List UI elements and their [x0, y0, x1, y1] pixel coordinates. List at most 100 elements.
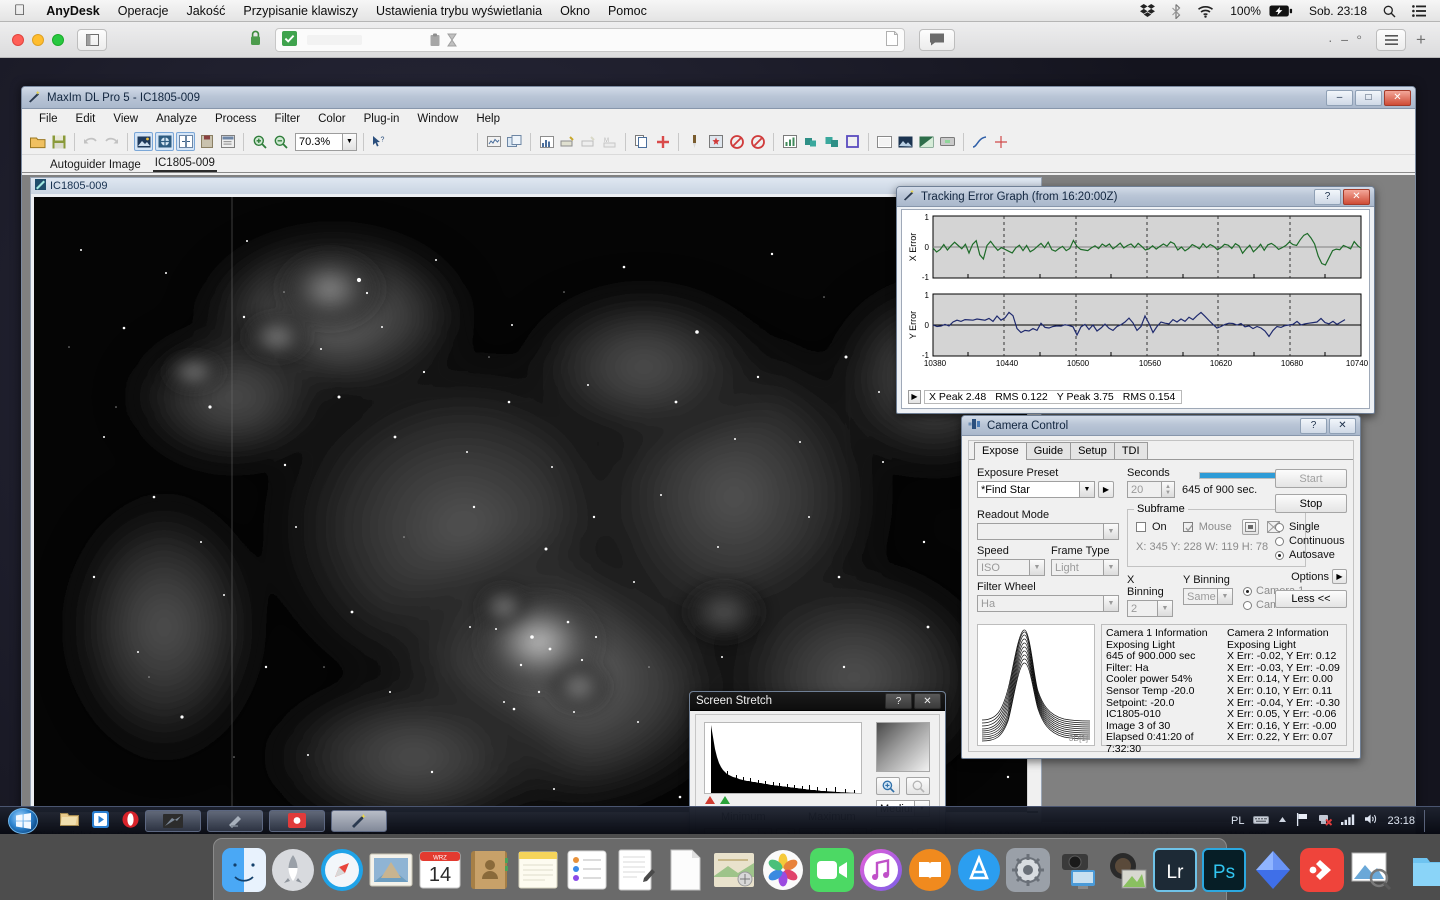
save-icon[interactable] [49, 132, 68, 151]
tracking-title-bar[interactable]: Tracking Error Graph (from 16:20:00Z) ? … [897, 187, 1374, 207]
tray-clock[interactable]: 23:18 [1387, 815, 1415, 827]
tab-autoguider-image[interactable]: Autoguider Image [48, 159, 143, 172]
zoom-out-icon[interactable] [906, 777, 930, 795]
menu-help[interactable]: Help [467, 111, 509, 127]
copy-icon[interactable] [632, 132, 651, 151]
menu-window[interactable]: Window [408, 111, 467, 127]
speed-combo[interactable]: ISO ▼ [977, 559, 1045, 576]
close-button[interactable]: ✕ [1343, 188, 1370, 205]
dropbox-icon[interactable] [1132, 0, 1163, 22]
chevron-down-icon[interactable]: ▼ [1157, 601, 1172, 616]
help-button[interactable]: ? [1314, 188, 1341, 205]
menu-file[interactable]: File [30, 111, 67, 127]
menu-anydesk[interactable]: AnyDesk [37, 0, 109, 22]
single-radio[interactable] [1275, 522, 1284, 532]
zoom-window-button[interactable] [52, 33, 64, 46]
menu-filter[interactable]: Filter [266, 111, 310, 127]
photos-icon[interactable] [761, 848, 805, 892]
frame-type-combo[interactable]: Light ▼ [1051, 559, 1119, 576]
help-pointer-icon[interactable]: ? [370, 132, 389, 151]
camera-title-bar[interactable]: Camera Control ? ✕ [962, 416, 1360, 436]
anydesk-address-bar[interactable] [275, 27, 905, 52]
show-hidden-icons-icon[interactable] [1278, 815, 1287, 827]
notification-center-icon[interactable] [1404, 0, 1434, 22]
tab-ic1805-009[interactable]: IC1805-009 [152, 157, 217, 172]
menu-process[interactable]: Process [206, 111, 266, 127]
notes-icon[interactable] [516, 848, 560, 892]
signal-strength-icon[interactable] [1341, 813, 1355, 828]
help-button[interactable]: ? [1300, 417, 1327, 434]
eos-utility-icon[interactable] [1055, 848, 1099, 892]
hamburger-menu-icon[interactable] [1376, 28, 1406, 51]
camera-histogram-panel[interactable]: 3D[1] [977, 624, 1095, 746]
menu-color[interactable]: Color [309, 111, 354, 127]
subframe-on-checkbox[interactable] [1136, 522, 1146, 532]
plus-icon[interactable] [653, 132, 672, 151]
crosshair-icon[interactable] [991, 132, 1010, 151]
pages-icon[interactable] [614, 848, 658, 892]
media-player-icon[interactable] [92, 810, 109, 831]
menu-jakosc[interactable]: Jakość [177, 0, 234, 22]
digital-photo-professional-icon[interactable] [1104, 848, 1148, 892]
document-icon[interactable] [886, 30, 898, 49]
lightroom-icon[interactable]: Lr [1153, 847, 1197, 892]
help-button[interactable]: ? [885, 693, 912, 709]
picture-icon[interactable] [896, 132, 915, 151]
stretch-histogram[interactable] [704, 722, 862, 794]
stretch-title-bar[interactable]: Screen Stretch ? ✕ [690, 692, 945, 711]
options-label[interactable]: Options [1291, 571, 1329, 583]
zoom-level-value[interactable]: 70.3% [295, 132, 343, 151]
menu-edit[interactable]: Edit [67, 111, 105, 127]
start-button[interactable]: Start [1275, 469, 1347, 488]
maximize-button[interactable]: □ [1355, 89, 1382, 106]
taskbar-button-telescope[interactable] [207, 809, 263, 832]
photoshop-icon[interactable]: Ps [1202, 847, 1246, 892]
filter-wheel-combo[interactable]: Ha ▼ [977, 595, 1119, 612]
close-button[interactable]: ✕ [914, 693, 941, 709]
calibrate-icon[interactable] [558, 132, 577, 151]
y-binning-combo[interactable]: Same ▼ [1183, 588, 1233, 605]
facetime-icon[interactable] [810, 847, 854, 892]
ibooks-icon[interactable] [908, 848, 952, 892]
menu-operacje[interactable]: Operacje [109, 0, 178, 22]
options-arrow-button[interactable]: ▶ [1332, 569, 1347, 584]
windows-start-icon[interactable] [8, 807, 38, 834]
camera2-radio[interactable] [1243, 600, 1252, 610]
floppy-icon[interactable] [197, 132, 216, 151]
opera-icon[interactable] [122, 810, 139, 831]
settings-window-icon[interactable] [218, 132, 237, 151]
square-icon[interactable] [843, 132, 862, 151]
preview-icon[interactable] [1349, 848, 1393, 892]
no-entry-alt-icon[interactable] [748, 132, 767, 151]
taskbar-button-maxim-dl[interactable] [331, 809, 387, 832]
show-desktop-button[interactable] [1424, 809, 1430, 832]
safari-icon[interactable] [320, 848, 364, 892]
close-window-button[interactable] [12, 33, 24, 46]
chart-icon[interactable] [780, 132, 799, 151]
open-folder-icon[interactable] [28, 132, 47, 151]
network-error-icon[interactable] [1318, 813, 1333, 829]
menu-analyze[interactable]: Analyze [147, 111, 206, 127]
autosave-radio[interactable] [1275, 550, 1284, 560]
close-button[interactable]: ✕ [1384, 89, 1411, 106]
maxim-title-bar[interactable]: MaxIm DL Pro 5 - IC1805-009 – □ ✕ [22, 87, 1415, 109]
less-button[interactable]: Less << [1275, 590, 1347, 608]
finder-icon[interactable] [222, 847, 266, 892]
information-window-icon[interactable] [176, 132, 195, 151]
pointer-tool-icon[interactable] [685, 132, 704, 151]
frame-icon[interactable] [875, 132, 894, 151]
menu-plugin[interactable]: Plug-in [355, 111, 409, 127]
menu-okno[interactable]: Okno [551, 0, 599, 22]
tab-expose[interactable]: Expose [974, 442, 1027, 460]
chevron-down-icon[interactable]: ▼ [1217, 589, 1232, 604]
bluetooth-icon[interactable] [1163, 0, 1189, 22]
image-document-title-bar[interactable]: IC1805-009 [31, 178, 1041, 194]
sidebar-toggle-button[interactable] [77, 28, 107, 51]
tab-setup[interactable]: Setup [1070, 442, 1115, 459]
tray-language-label[interactable]: PL [1231, 815, 1244, 827]
minimize-window-button[interactable] [32, 33, 44, 46]
x-binning-combo[interactable]: 2 ▼ [1127, 600, 1173, 617]
maximum-marker-icon[interactable] [719, 795, 731, 805]
anydesk-icon[interactable] [1300, 847, 1344, 892]
spinner-arrows-icon[interactable]: ▲▼ [1161, 482, 1174, 497]
